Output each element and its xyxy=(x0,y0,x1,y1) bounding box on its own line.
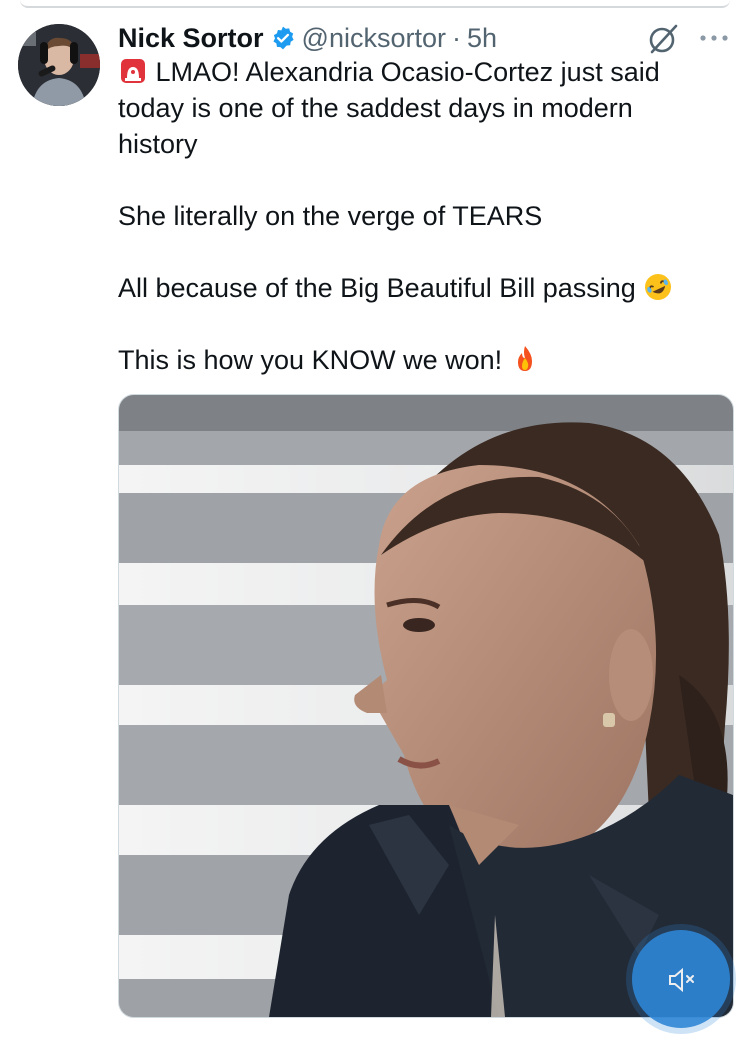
avatar[interactable] xyxy=(18,24,100,106)
more-options-icon[interactable] xyxy=(694,24,734,52)
mute-toggle-button[interactable] xyxy=(632,930,730,1028)
tweet-text: LMAO! Alexandria Ocasio-Cortez just said… xyxy=(118,54,718,378)
tweet-line-4: This is how you KNOW we won! xyxy=(118,342,718,378)
author-name[interactable]: Nick Sortor xyxy=(118,23,264,54)
fire-emoji xyxy=(510,344,540,374)
muted-speaker-icon xyxy=(666,964,698,996)
police-light-emoji xyxy=(118,56,148,86)
tweet-line-4-text: This is how you KNOW we won! xyxy=(118,345,503,375)
tweet-line-1: LMAO! Alexandria Ocasio-Cortez just said… xyxy=(118,54,718,162)
video-thumbnail[interactable] xyxy=(118,394,734,1018)
grok-icon[interactable] xyxy=(646,22,680,56)
video-frame-image xyxy=(119,395,733,1017)
header-separator: · xyxy=(452,22,461,53)
verified-badge-icon xyxy=(270,25,296,51)
tweet-card[interactable]: Nick Sortor @nicksortor · 5h LMAO! Alexa… xyxy=(0,0,750,1038)
timestamp[interactable]: 5h xyxy=(467,23,497,54)
tweet-line-2: She literally on the verge of TEARS xyxy=(118,201,543,231)
tweet-line-3: All because of the Big Beautiful Bill pa… xyxy=(118,270,718,306)
tweet-header: Nick Sortor @nicksortor · 5h xyxy=(118,18,497,58)
tweet-line-1-text: LMAO! Alexandria Ocasio-Cortez just said… xyxy=(118,57,660,159)
author-handle[interactable]: @nicksortor xyxy=(302,23,446,54)
tweet-line-3-text: All because of the Big Beautiful Bill pa… xyxy=(118,273,636,303)
rolling-laughing-emoji xyxy=(643,272,673,302)
